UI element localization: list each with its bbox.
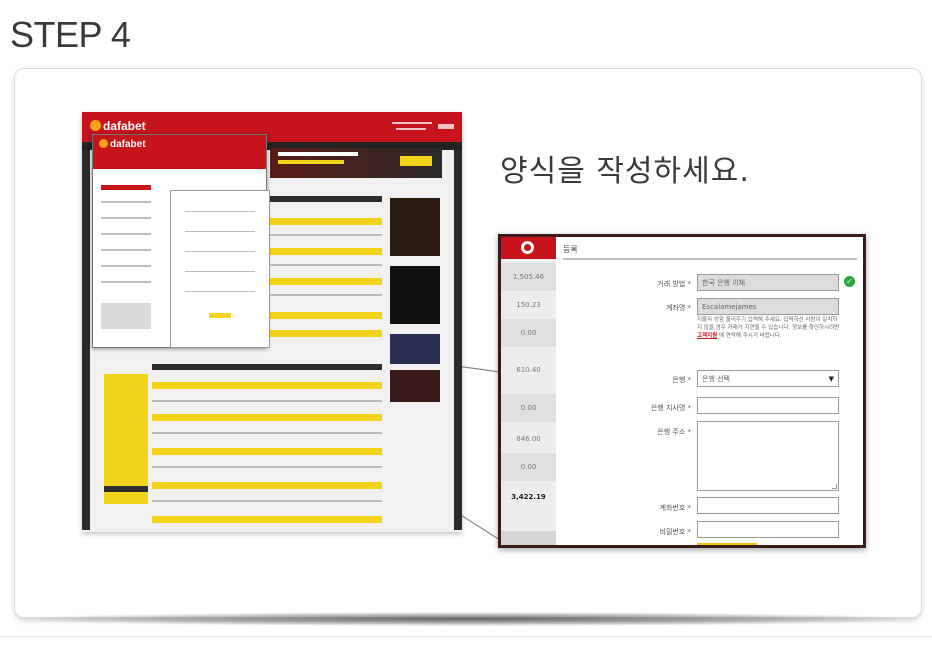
account-number-label: 계좌번호 *	[659, 504, 692, 512]
table-row	[270, 264, 382, 266]
bank-branch-label: 은행 지사명 *	[650, 404, 691, 412]
sidebar-value: 150.23	[516, 301, 541, 309]
logo-mark-icon	[99, 139, 108, 148]
form-row	[185, 211, 255, 212]
site-screenshot: dafabet dafabet	[82, 112, 462, 532]
bank-address-label: 은행 주소 *	[657, 428, 691, 436]
logo-text: dafabet	[103, 119, 146, 133]
dialog-sidebar-row	[101, 185, 151, 190]
dialog-captcha	[101, 303, 151, 329]
form-title: 등록	[563, 245, 578, 254]
table-row	[152, 414, 382, 421]
sidebar-total: 3,422.19	[511, 493, 546, 501]
sidebar-value: 0.00	[501, 319, 556, 347]
promo-thumbnail	[390, 266, 440, 324]
registration-form-panel	[170, 190, 270, 348]
table-row	[270, 330, 382, 337]
transaction-type-field[interactable]: 한국 은행 이체	[697, 274, 839, 291]
form-title-underline	[563, 258, 857, 260]
table-header	[270, 196, 382, 202]
dialog-sidebar-row	[101, 281, 151, 283]
sidebar-value: 610.40	[516, 366, 541, 374]
banner-button	[400, 156, 432, 166]
account-name-help: 지불자 성함 불러주기 입력해 주세요. 입력하신 사람이 일치하지 않을 경우…	[697, 316, 841, 340]
promo-thumbnail	[390, 370, 440, 402]
form-row	[185, 291, 255, 292]
sidebar-value: 1,505.46	[501, 263, 556, 291]
help-text: 지불자 성함 불러주기 입력해 주세요. 입력하신 사람이 일치하지 않을 경우…	[697, 317, 840, 331]
bank-address-textarea[interactable]	[697, 421, 839, 491]
table-row	[152, 432, 382, 434]
table-row	[152, 482, 382, 489]
form-sidebar-header	[501, 237, 556, 259]
table-row	[152, 466, 382, 468]
right-rail	[454, 150, 462, 530]
bank-label: 은행 *	[672, 376, 691, 384]
banner-text-1	[278, 152, 358, 156]
header-links-2	[396, 128, 426, 130]
table-row	[152, 382, 382, 389]
bank-select[interactable]: 은행 선택 ▼	[697, 370, 839, 387]
promo-thumbnail	[390, 198, 440, 256]
gear-icon	[521, 241, 534, 254]
dialog-header: dafabet	[93, 135, 266, 169]
form-row	[185, 271, 255, 272]
form-row	[185, 251, 255, 252]
password-field[interactable]	[697, 521, 839, 538]
table-row	[152, 516, 382, 523]
support-link[interactable]: 고객지원	[697, 333, 717, 339]
dialog-logo: dafabet	[99, 139, 146, 150]
site-logo: dafabet	[90, 119, 146, 133]
table-row	[270, 218, 382, 225]
form-submit-button	[209, 313, 231, 318]
table-row	[270, 234, 382, 236]
sidebar-value: 0.00	[501, 394, 556, 422]
sport-menu	[104, 374, 148, 504]
dialog-sidebar-row	[101, 217, 151, 219]
account-name-label: 계좌명 *	[665, 304, 691, 312]
resize-handle-icon[interactable]	[832, 484, 837, 489]
sidebar-value: 0.00	[501, 453, 556, 481]
password-label: 비밀번호 *	[659, 528, 692, 536]
form-row	[185, 231, 255, 232]
table-row	[152, 500, 382, 502]
header-links	[392, 122, 432, 124]
table-row	[270, 248, 382, 255]
dialog-sidebar-row	[101, 265, 151, 267]
transaction-type-label: 거래 방법 *	[657, 280, 691, 288]
dialog-sidebar-row	[101, 233, 151, 235]
check-icon: ✓	[844, 276, 855, 287]
banner-text-2	[278, 160, 344, 164]
table-row	[152, 448, 382, 455]
bank-select-value: 은행 선택	[702, 374, 730, 383]
table-row	[270, 294, 382, 296]
table-row	[270, 278, 382, 285]
logo-mark-icon	[90, 120, 101, 131]
table-row	[270, 312, 382, 319]
account-name-field[interactable]: Escalamejames	[697, 298, 839, 315]
form-sidebar: 1,505.46 150.23 0.00 610.40 0.00 846.00 …	[501, 237, 556, 545]
table-header	[152, 364, 382, 370]
left-rail	[82, 150, 90, 530]
sidebar-value: 846.00	[516, 435, 541, 443]
help-text-end: 에 연락해 주시기 바랍니다.	[719, 333, 782, 339]
header-user	[438, 124, 454, 129]
account-number-field[interactable]	[697, 497, 839, 514]
table-row	[152, 400, 382, 402]
dialog-sidebar-row	[101, 201, 151, 203]
dialog-logo-text: dafabet	[110, 139, 146, 150]
sidebar-footer	[501, 531, 556, 545]
dropdown-arrow-icon: ▼	[828, 374, 834, 383]
dialog-sidebar-row	[101, 249, 151, 251]
submit-button-edge[interactable]	[697, 543, 757, 545]
zoomed-form: 1,505.46 150.23 0.00 610.40 0.00 846.00 …	[498, 234, 866, 548]
sport-menu-dark	[104, 486, 148, 492]
bank-branch-field[interactable]	[697, 397, 839, 414]
promo-thumbnail	[390, 334, 440, 364]
